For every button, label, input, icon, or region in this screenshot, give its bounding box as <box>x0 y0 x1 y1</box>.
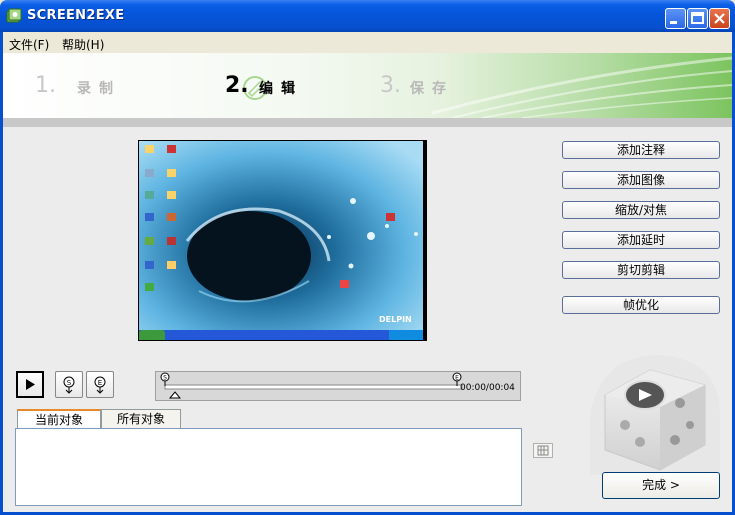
svg-text:S: S <box>67 379 72 387</box>
preview-watermark: DELPIN <box>379 315 412 324</box>
step-3-number: 3. <box>380 73 401 98</box>
start-marker-icon: S <box>63 376 75 394</box>
tab-current-objects[interactable]: 当前对象 <box>17 409 101 429</box>
set-end-marker-button[interactable]: E <box>86 371 114 398</box>
minimize-button[interactable] <box>665 8 686 29</box>
decorative-cube-graphic <box>590 355 720 475</box>
menu-file[interactable]: 文件(F) <box>9 36 49 53</box>
recording-preview: DELPIN <box>138 140 427 341</box>
banner-divider <box>3 118 732 127</box>
set-start-marker-button[interactable]: S <box>55 371 83 398</box>
menu-bar: 文件(F) 帮助(H) <box>3 32 732 52</box>
add-delay-button[interactable]: 添加延时 <box>562 231 720 249</box>
banner-decoration <box>432 56 732 118</box>
grid-icon <box>537 445 549 456</box>
title-bar[interactable]: SCREEN2EXE <box>0 0 735 32</box>
close-button[interactable] <box>709 8 730 29</box>
cut-edit-button[interactable]: 剪切剪辑 <box>562 261 720 279</box>
tab-all-objects[interactable]: 所有对象 <box>101 409 181 428</box>
app-window: SCREEN2EXE 文件(F) 帮助(H) 1. 录制 2. 编辑 3. 保存… <box>0 0 735 515</box>
frame-optimize-button[interactable]: 帧优化 <box>562 296 720 314</box>
zoom-focus-button[interactable]: 缩放/对焦 <box>562 201 720 219</box>
step-2-label: 编辑 <box>259 81 303 97</box>
play-button[interactable] <box>16 371 44 398</box>
close-icon <box>714 13 725 24</box>
step-1-label: 录制 <box>77 81 121 97</box>
svg-text:S: S <box>163 375 167 382</box>
add-note-button[interactable]: 添加注释 <box>562 141 720 159</box>
svg-text:E: E <box>98 379 102 387</box>
add-image-button[interactable]: 添加图像 <box>562 171 720 189</box>
time-display: 00:00/00:04 <box>460 383 515 393</box>
step-banner: 1. 录制 2. 编辑 3. 保存 <box>3 53 732 118</box>
desktop-thumbnail: DELPIN <box>139 141 426 340</box>
objects-panel[interactable] <box>15 428 522 506</box>
svg-text:E: E <box>455 375 459 382</box>
app-icon <box>6 8 22 23</box>
play-icon <box>26 379 35 390</box>
step-2-number: 2. <box>225 73 249 98</box>
end-marker-icon: E <box>94 376 106 394</box>
menu-help[interactable]: 帮助(H) <box>62 36 104 53</box>
start-marker-handle[interactable]: S <box>160 372 170 386</box>
maximize-icon <box>691 12 704 24</box>
window-title: SCREEN2EXE <box>27 8 125 23</box>
playhead-icon <box>168 391 182 399</box>
step-3-label: 保存 <box>410 81 454 97</box>
maximize-button[interactable] <box>687 8 708 29</box>
step-1-number: 1. <box>35 73 56 98</box>
object-list-button[interactable] <box>533 443 553 458</box>
minimize-icon <box>670 21 677 24</box>
finish-button[interactable]: 完成 > <box>602 472 720 499</box>
